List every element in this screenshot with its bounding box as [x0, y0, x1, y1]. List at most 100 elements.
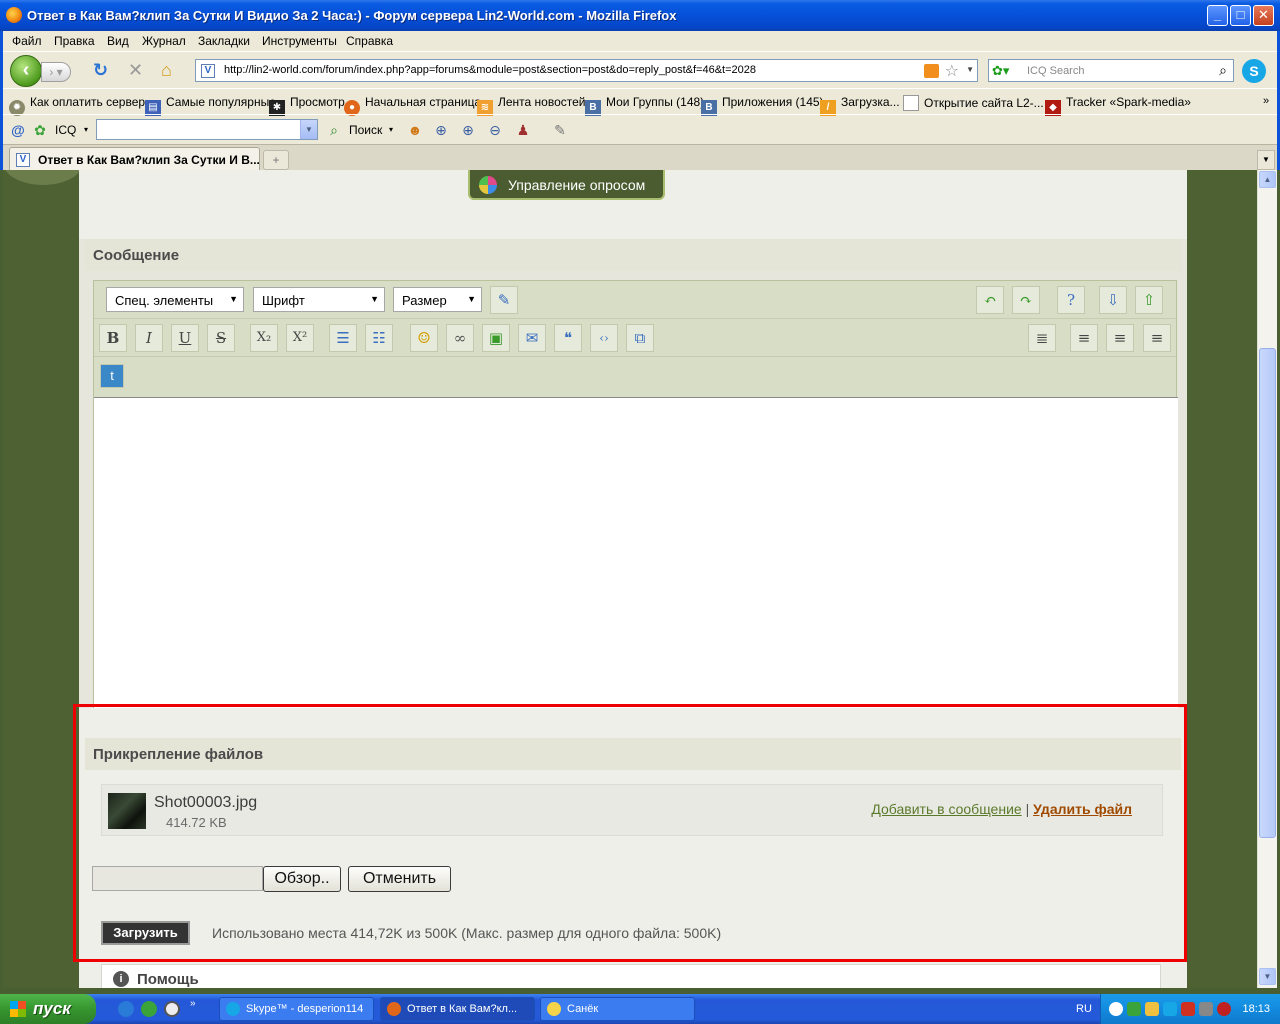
bookmark-item[interactable]: ◆ Tracker «Spark-media» [1045, 95, 1191, 116]
messenger-tray-icon[interactable] [1145, 1002, 1159, 1016]
rss-icon[interactable] [924, 64, 939, 78]
help-icon[interactable]: ? [1057, 286, 1085, 314]
special-elements-select[interactable]: Спец. элементы ▼ [106, 287, 244, 312]
icq-label[interactable]: ICQ [55, 123, 76, 137]
bookmark-item[interactable]: B Мои Группы (148) [585, 95, 704, 116]
link-icon[interactable]: ∞ [446, 324, 474, 352]
menu-history[interactable]: Журнал [142, 34, 186, 48]
scroll-thumb[interactable] [1259, 348, 1276, 838]
security-tray-icon[interactable] [1217, 1002, 1231, 1016]
minimize-button[interactable]: _ [1207, 5, 1228, 26]
zoom-icon[interactable]: ⊕ [432, 121, 450, 139]
menu-edit[interactable]: Правка [54, 34, 95, 48]
indent-icon[interactable]: ≣ [1028, 324, 1056, 352]
search-engine-icon[interactable]: ✿▾ [992, 63, 1022, 79]
file-path-input[interactable] [92, 866, 263, 891]
skype-tray-icon[interactable] [1163, 1002, 1177, 1016]
superscript-icon[interactable]: X² [286, 324, 314, 352]
bookmark-item[interactable]: ✱ Просмотр [269, 95, 345, 116]
bullet-list-icon[interactable]: ☰ [329, 324, 357, 352]
joystick-icon[interactable]: ♟ [514, 121, 532, 139]
search-icon[interactable]: ⌕ [325, 121, 343, 139]
bookmark-item[interactable]: ▤ Самые популярные [145, 95, 276, 116]
font-select[interactable]: Шрифт ▼ [253, 287, 385, 312]
forward-button[interactable]: › ▾ [41, 62, 71, 82]
maximize-button[interactable]: □ [1230, 5, 1251, 26]
scroll-up-arrow[interactable]: ▲ [1259, 171, 1276, 188]
bookmark-item[interactable]: ✹ Как оплатить сервер [9, 95, 145, 116]
upload-button[interactable]: Загрузить [101, 921, 190, 945]
bookmarks-overflow-icon[interactable]: » [1263, 95, 1269, 107]
browse-button[interactable]: Обзор.. [263, 866, 341, 892]
menu-file[interactable]: Файл [12, 34, 42, 48]
chevron-down-icon[interactable]: ▼ [300, 120, 317, 139]
new-tab-button[interactable]: + [263, 150, 289, 170]
italic-icon[interactable]: I [135, 324, 163, 352]
cancel-button[interactable]: Отменить [348, 866, 451, 892]
icq-icon[interactable] [141, 1001, 157, 1017]
tray-expand-icon[interactable] [1109, 1002, 1123, 1016]
back-button[interactable]: ‹ [10, 55, 42, 87]
size-select[interactable]: Размер ▼ [393, 287, 482, 312]
skype-icon[interactable]: S [1242, 59, 1266, 83]
smiley-icon[interactable]: ☻ [406, 121, 424, 139]
underline-icon[interactable]: U [171, 324, 199, 352]
media-player-icon[interactable] [164, 1001, 180, 1017]
email-icon[interactable]: ✉ [518, 324, 546, 352]
remove-format-icon[interactable]: ✎ [490, 286, 518, 314]
menu-help[interactable]: Справка [346, 34, 393, 48]
start-button[interactable]: пуск [0, 994, 96, 1024]
bookmark-item[interactable]: Открытие сайта L2-... [903, 95, 1044, 111]
taskbar-item-firefox[interactable]: Ответ в Как Вам?кл... [380, 997, 535, 1021]
home-icon[interactable]: ⌂ [161, 60, 172, 80]
url-bar[interactable]: V http://lin2-world.com/forum/index.php?… [195, 59, 978, 82]
bookmark-item[interactable]: / Загрузка... [820, 95, 900, 116]
icq-dropdown-icon[interactable]: ▾ [84, 125, 88, 134]
message-textarea[interactable] [94, 397, 1178, 709]
align-right-icon[interactable]: ≡ [1143, 324, 1171, 352]
icq-search-combo[interactable]: ▼ [96, 119, 318, 140]
zoom-out-icon[interactable]: ⊖ [486, 121, 504, 139]
taskbar-item-chat[interactable]: Санёк [540, 997, 695, 1021]
reload-icon[interactable]: ↻ [93, 60, 108, 80]
window-titlebar[interactable]: Ответ в Как Вам?клип За Сутки И Видио За… [0, 0, 1280, 31]
bookmark-star-icon[interactable]: ☆ [945, 61, 959, 81]
menu-bookmarks[interactable]: Закладки [198, 34, 250, 48]
network-tray-icon[interactable] [1199, 1002, 1213, 1016]
at-icon[interactable]: @ [9, 121, 27, 139]
align-left-icon[interactable]: ≡ [1070, 324, 1098, 352]
delete-file-link[interactable]: Удалить файл [1033, 801, 1132, 817]
menu-view[interactable]: Вид [107, 34, 129, 48]
bold-icon[interactable]: B [99, 324, 127, 352]
emoticon-icon[interactable]: ☺ [410, 324, 438, 352]
close-button[interactable]: ✕ [1253, 5, 1274, 26]
bookmark-item[interactable]: ≋ Лента новостей [477, 95, 586, 116]
menu-tools[interactable]: Инструменты [262, 34, 337, 48]
manage-poll-button[interactable]: Управление опросом [468, 170, 665, 200]
language-indicator[interactable]: RU [1076, 1003, 1092, 1015]
quicklaunch-overflow-icon[interactable]: » [190, 998, 196, 1009]
url-dropdown-icon[interactable]: ▼ [966, 65, 974, 74]
zoom-in-icon[interactable]: ⊕ [459, 121, 477, 139]
icq-flower-icon[interactable]: ✿ [31, 121, 49, 139]
vertical-scrollbar[interactable]: ▲ ▼ [1257, 170, 1277, 988]
icq-tray-icon[interactable] [1127, 1002, 1141, 1016]
code-icon[interactable]: ‹› [590, 324, 618, 352]
add-to-post-link[interactable]: Добавить в сообщение [871, 801, 1021, 817]
eraser-icon[interactable]: ✎ [551, 121, 569, 139]
stop-icon[interactable]: ✕ [128, 60, 143, 80]
taskbar-item-skype[interactable]: Skype™ - desperion114 [219, 997, 374, 1021]
save-draft-icon[interactable]: ⇩ [1099, 286, 1127, 314]
tab-current[interactable]: V Ответ в Как Вам?клип За Сутки И В... [9, 147, 260, 171]
align-center-icon[interactable]: ≡ [1106, 324, 1134, 352]
strikethrough-icon[interactable]: S [207, 324, 235, 352]
tab-list-icon[interactable]: ▼ [1257, 150, 1275, 170]
bookmark-item[interactable]: B Приложения (145) [701, 95, 824, 116]
bookmark-item[interactable]: ● Начальная страница [344, 95, 481, 116]
search-icon[interactable]: ⌕ [1219, 62, 1227, 79]
search-dropdown-icon[interactable]: ▾ [389, 125, 393, 134]
twitter-icon[interactable]: t [100, 364, 124, 388]
restore-draft-icon[interactable]: ⇧ [1135, 286, 1163, 314]
search-box[interactable]: ✿▾ ICQ Search ⌕ [988, 59, 1234, 82]
quote-icon[interactable]: ❝ [554, 324, 582, 352]
